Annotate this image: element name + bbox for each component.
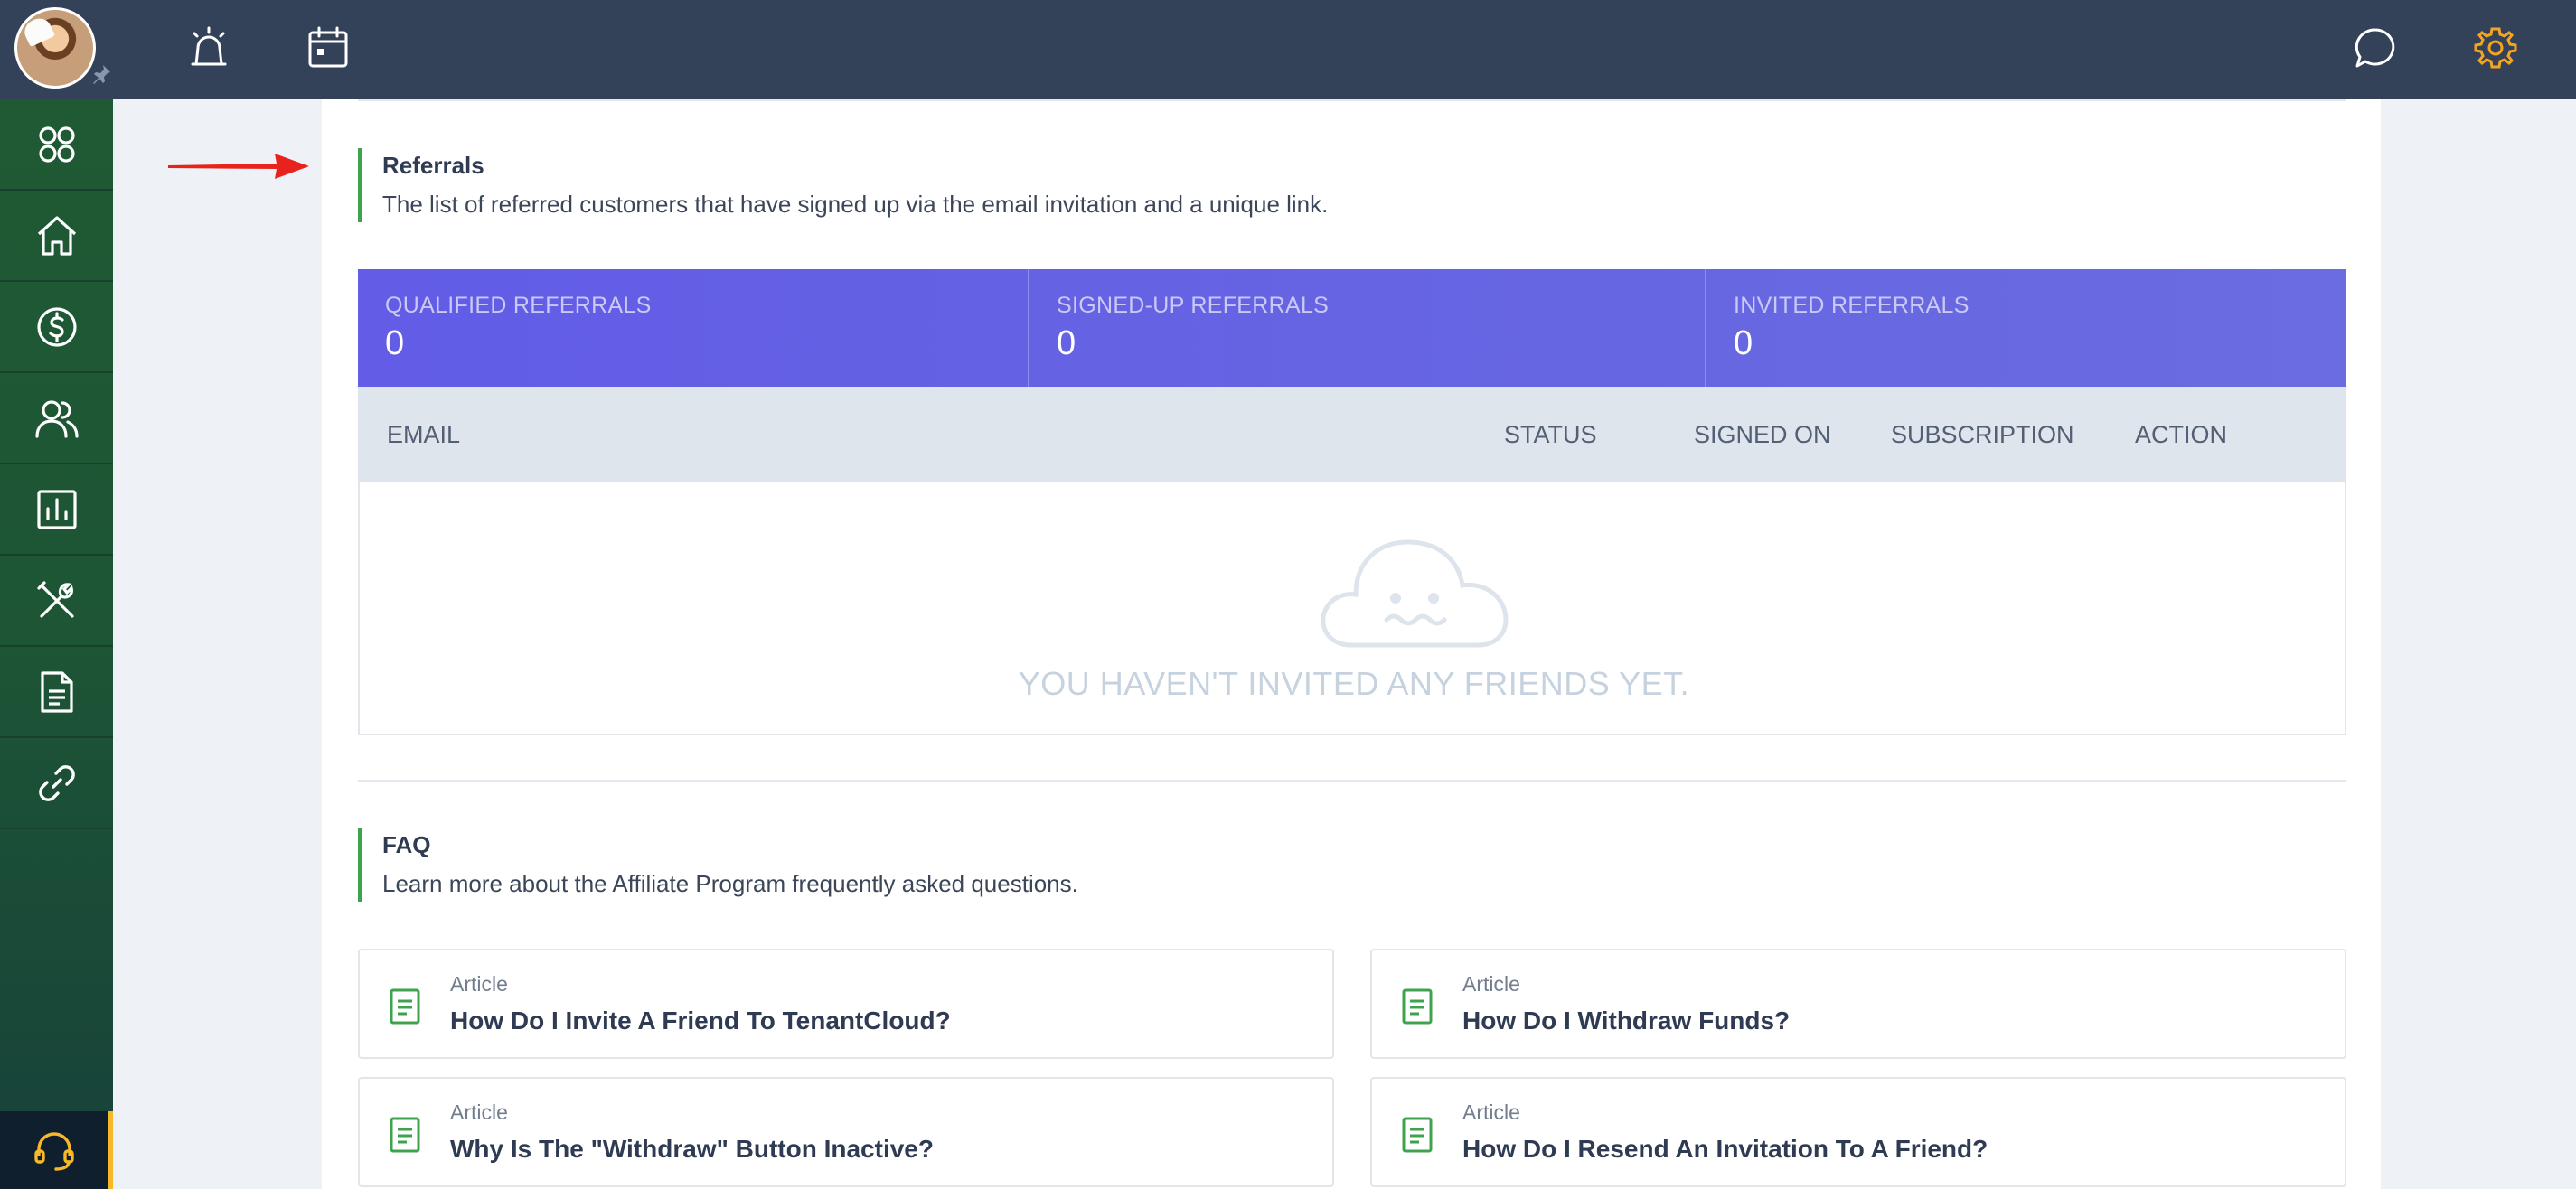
stat-signed-up: SIGNED-UP REFERRALS 0	[1029, 269, 1706, 387]
dollar-icon	[36, 306, 77, 347]
sidebar	[0, 99, 113, 1189]
link-icon	[38, 764, 75, 801]
stat-label: SIGNED-UP REFERRALS	[1057, 293, 1330, 318]
sad-cloud-icon	[1321, 539, 1509, 648]
article-icon	[390, 1117, 420, 1153]
stat-value: 0	[1734, 324, 1753, 362]
arrow-icon	[168, 154, 309, 179]
settings-button[interactable]	[2468, 20, 2524, 76]
article-kind: Article	[450, 1100, 508, 1124]
article-kind: Article	[1462, 1100, 1520, 1124]
headset-icon	[33, 1132, 74, 1171]
column-action: ACTION	[2135, 421, 2228, 448]
article-title[interactable]: Why Is The "Withdraw" Button Inactive?	[450, 1135, 934, 1164]
sidebar-item-apps[interactable]	[0, 99, 113, 191]
referral-stats: QUALIFIED REFERRALS 0 SIGNED-UP REFERRAL…	[358, 269, 2346, 387]
tools-icon	[36, 580, 74, 618]
avatar[interactable]	[14, 7, 96, 89]
article-icon	[390, 988, 420, 1025]
gear-icon	[2474, 27, 2517, 69]
article-title[interactable]: How Do I Resend An Invitation To A Frien…	[1462, 1135, 1988, 1164]
section-divider	[358, 780, 2346, 782]
faq-description: Learn more about the Affiliate Program f…	[382, 870, 1078, 897]
referrals-title: Referrals	[382, 152, 484, 179]
faq-header: FAQ Learn more about the Affiliate Progr…	[358, 828, 1078, 902]
alarm-button[interactable]	[181, 20, 237, 76]
referrals-description: The list of referred customers that have…	[382, 191, 1329, 218]
stat-label: INVITED REFERRALS	[1734, 293, 1970, 318]
column-status[interactable]: STATUS	[1504, 387, 1597, 482]
faq-title: FAQ	[382, 831, 431, 858]
avatar-hat	[20, 14, 56, 48]
faq-article-resend[interactable]: Article How Do I Resend An Invitation To…	[1370, 1077, 2346, 1187]
reports-icon	[36, 489, 77, 529]
empty-message: YOU HAVEN'T INVITED ANY FRIENDS YET.	[1018, 665, 1690, 702]
column-subscription[interactable]: SUBSCRIPTION	[1891, 387, 2074, 482]
article-icon	[1402, 988, 1433, 1025]
faq-article-withdraw[interactable]: Article How Do I Withdraw Funds?	[1370, 949, 2346, 1059]
stat-label: QUALIFIED REFERRALS	[385, 293, 652, 318]
article-kind: Article	[450, 972, 508, 996]
home-icon	[37, 215, 76, 256]
pin-icon[interactable]	[90, 63, 112, 85]
stat-value: 0	[385, 324, 405, 362]
stat-invited: INVITED REFERRALS 0	[1706, 269, 2346, 387]
sidebar-item-affiliate[interactable]	[0, 738, 113, 829]
calendar-button[interactable]	[300, 20, 356, 76]
article-kind: Article	[1462, 972, 1520, 996]
apps-icon	[38, 126, 75, 163]
users-icon	[34, 399, 79, 438]
calendar-icon	[308, 26, 348, 68]
top-bar	[0, 0, 2576, 99]
chat-icon	[2355, 28, 2395, 68]
document-icon	[40, 670, 73, 713]
alarm-icon	[191, 26, 227, 66]
article-icon	[1402, 1117, 1433, 1153]
support-button[interactable]	[0, 1111, 113, 1189]
faq-article-invite[interactable]: Article How Do I Invite A Friend To Tena…	[358, 949, 1334, 1059]
article-title[interactable]: How Do I Withdraw Funds?	[1462, 1006, 1790, 1035]
sidebar-item-reports[interactable]	[0, 464, 113, 556]
sidebar-item-documents[interactable]	[0, 647, 113, 738]
referrals-empty-state: YOU HAVEN'T INVITED ANY FRIENDS YET.	[358, 482, 2346, 735]
sidebar-item-home[interactable]	[0, 191, 113, 282]
sidebar-item-finance[interactable]	[0, 282, 113, 373]
affiliate-content-card: Referrals The list of referred customers…	[322, 99, 2381, 1189]
chat-button[interactable]	[2347, 20, 2403, 76]
referrals-table-header: EMAIL STATUS SIGNED ON SUBSCRIPTION ACTI…	[358, 387, 2346, 482]
sidebar-item-maintenance[interactable]	[0, 556, 113, 647]
column-signed-on[interactable]: SIGNED ON	[1694, 387, 1831, 482]
top-divider	[358, 99, 2346, 101]
stat-qualified: QUALIFIED REFERRALS 0	[358, 269, 1029, 387]
column-email[interactable]: EMAIL	[387, 387, 460, 482]
referrals-header: Referrals The list of referred customers…	[358, 148, 1328, 222]
article-title[interactable]: How Do I Invite A Friend To TenantCloud?	[450, 1006, 951, 1035]
faq-article-withdraw-inactive[interactable]: Article Why Is The "Withdraw" Button Ina…	[358, 1077, 1334, 1187]
stat-value: 0	[1057, 324, 1076, 362]
sidebar-item-people[interactable]	[0, 373, 113, 464]
